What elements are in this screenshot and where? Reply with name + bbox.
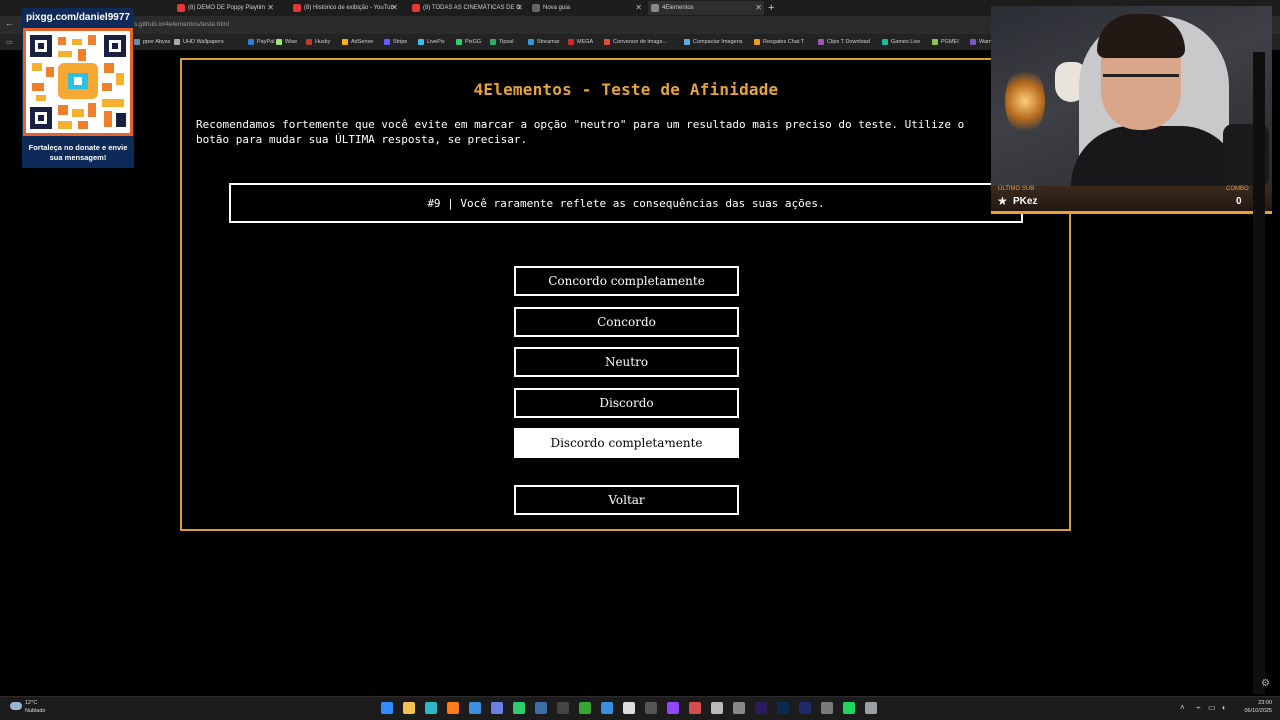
bookmark-item[interactable]: Wise bbox=[276, 34, 297, 50]
discord-icon[interactable] bbox=[491, 702, 503, 714]
question-box: #9 | Você raramente reflete as consequên… bbox=[229, 183, 1023, 223]
weather-temp[interactable]: 12°C bbox=[25, 700, 37, 706]
github-icon[interactable] bbox=[711, 702, 723, 714]
bookmark-item[interactable]: Husky bbox=[306, 34, 330, 50]
whatsapp-icon[interactable] bbox=[513, 702, 525, 714]
windows-start-icon[interactable] bbox=[381, 702, 393, 714]
lamp bbox=[1005, 66, 1045, 136]
tab-4elementos[interactable]: 4Elementos ✕ bbox=[648, 1, 764, 15]
close-tab-icon[interactable]: ✕ bbox=[635, 1, 642, 15]
webcam-feed bbox=[991, 6, 1272, 186]
tab-history[interactable]: (8) Histórico de exibição - YouTub ✕ bbox=[290, 1, 400, 15]
last-sub-label: ÚLTIMO SUB bbox=[998, 186, 1035, 192]
back-button[interactable]: Voltar bbox=[514, 485, 739, 515]
settings-icon[interactable] bbox=[865, 702, 877, 714]
option-concordo-completamente[interactable]: Concordo completamente bbox=[514, 266, 739, 296]
bookmark-item[interactable]: Tipsal bbox=[490, 34, 513, 50]
file-explorer-icon[interactable] bbox=[403, 702, 415, 714]
bookmark-item[interactable]: Conversor de image... bbox=[604, 34, 667, 50]
donation-message: Fortaleça no donate e envie sua mensagem… bbox=[28, 143, 128, 162]
option-neutro[interactable]: Neutro bbox=[514, 347, 739, 377]
tab-label: (8) DEMO DE Poppy Playtim bbox=[188, 5, 266, 11]
page-icon bbox=[651, 4, 659, 12]
close-tab-icon[interactable]: ✕ bbox=[755, 1, 762, 15]
combo-label: COMBO bbox=[1226, 186, 1249, 192]
network-icon[interactable]: ▭ bbox=[1208, 703, 1216, 712]
tab-label: 4Elementos bbox=[662, 5, 694, 11]
bookmark-item[interactable]: MEGA bbox=[568, 34, 593, 50]
weather-desc[interactable]: Nublado bbox=[25, 708, 46, 714]
bookmark-item[interactable]: pper Abyss bbox=[134, 34, 170, 50]
media-encoder-icon[interactable] bbox=[799, 702, 811, 714]
terminal-icon[interactable] bbox=[733, 702, 745, 714]
bookmark-item[interactable]: Clips T Download bbox=[818, 34, 870, 50]
bookmark-item[interactable]: Resgates Chat T bbox=[754, 34, 804, 50]
tab-label: (8) TODAS AS CINEMÁTICAS DE C bbox=[423, 5, 521, 11]
spotify-icon[interactable] bbox=[843, 702, 855, 714]
close-tab-icon[interactable]: ✕ bbox=[267, 1, 274, 15]
bookmark-item[interactable]: PayPal bbox=[248, 34, 274, 50]
tab-label: (8) Histórico de exibição - YouTub bbox=[304, 5, 394, 11]
volume-icon[interactable]: ◖ bbox=[1221, 703, 1226, 712]
bookmark-item[interactable]: LivePix bbox=[418, 34, 445, 50]
close-tab-icon[interactable]: ✕ bbox=[391, 1, 398, 15]
edge-icon[interactable] bbox=[425, 702, 437, 714]
gear-icon[interactable]: ⚙ bbox=[1261, 678, 1270, 689]
steam-icon[interactable] bbox=[535, 702, 547, 714]
tab-label: Nova guia bbox=[543, 5, 571, 11]
new-tab-button[interactable]: + bbox=[768, 0, 774, 16]
chevron-up-icon[interactable]: ˄ bbox=[1180, 703, 1185, 712]
photos-icon[interactable] bbox=[689, 702, 701, 714]
glasses bbox=[1103, 74, 1179, 97]
url-field[interactable]: s.github.io/4elementos/teste.html bbox=[134, 18, 229, 32]
bookmark-item[interactable]: Compactar Imagens bbox=[684, 34, 743, 50]
new-tab-icon bbox=[532, 4, 540, 12]
scrollbar[interactable] bbox=[1253, 52, 1265, 694]
twitch-icon[interactable] bbox=[667, 702, 679, 714]
clock-time[interactable]: 23:00 bbox=[1236, 700, 1272, 706]
epic-icon[interactable] bbox=[557, 702, 569, 714]
bookmark-item[interactable]: Streamar bbox=[528, 34, 560, 50]
tab-poppy-demo[interactable]: (8) DEMO DE Poppy Playtim ✕ bbox=[174, 1, 276, 15]
bookmark-item[interactable]: Games Live bbox=[882, 34, 920, 50]
youtube-icon bbox=[412, 4, 420, 12]
youtube-icon bbox=[293, 4, 301, 12]
taskbar bbox=[0, 696, 1280, 720]
mail-icon[interactable] bbox=[601, 702, 613, 714]
option-discordo-completamente[interactable]: Discordo completamente bbox=[514, 428, 739, 458]
tab-cinematics[interactable]: (8) TODAS AS CINEMÁTICAS DE C ✕ bbox=[409, 1, 525, 15]
last-sub-name: PKez bbox=[1013, 196, 1038, 207]
tab-new[interactable]: Nova guia ✕ bbox=[529, 1, 644, 15]
youtube-icon bbox=[177, 4, 185, 12]
combo-value: 0 bbox=[1236, 196, 1242, 207]
obs-icon[interactable] bbox=[645, 702, 657, 714]
cloud-icon[interactable] bbox=[10, 702, 22, 710]
firefox-icon[interactable] bbox=[447, 702, 459, 714]
premiere-icon[interactable] bbox=[755, 702, 767, 714]
bookmark-item[interactable]: Warn bbox=[970, 34, 992, 50]
bookmarks-icon[interactable]: ▭ bbox=[6, 38, 13, 46]
photoshop-icon[interactable] bbox=[777, 702, 789, 714]
bookmark-item[interactable]: AdSense bbox=[342, 34, 373, 50]
close-tab-icon[interactable]: ✕ bbox=[516, 1, 523, 15]
usb-icon[interactable]: ⌁ bbox=[1196, 703, 1201, 712]
option-concordo[interactable]: Concordo bbox=[514, 307, 739, 337]
chrome-icon[interactable] bbox=[623, 702, 635, 714]
star-icon: ★ bbox=[997, 194, 1008, 208]
back-arrow-icon[interactable]: ← bbox=[5, 18, 14, 28]
question-text: #9 | Você raramente reflete as consequên… bbox=[427, 196, 825, 210]
option-discordo[interactable]: Discordo bbox=[514, 388, 739, 418]
xbox-icon[interactable] bbox=[579, 702, 591, 714]
bookmark-item[interactable]: Stripe bbox=[384, 34, 407, 50]
qr-code-icon bbox=[30, 35, 126, 129]
store-icon[interactable] bbox=[469, 702, 481, 714]
bookmark-item[interactable]: PixGG bbox=[456, 34, 481, 50]
clock-date[interactable]: 06/10/2025 bbox=[1236, 708, 1272, 714]
donation-url: pixgg.com/daniel9977 bbox=[26, 12, 130, 23]
calculator-icon[interactable] bbox=[821, 702, 833, 714]
bookmark-item[interactable]: PGMEI bbox=[932, 34, 959, 50]
intro-text: Recomendamos fortemente que você evite e… bbox=[196, 118, 965, 146]
bookmark-item[interactable]: UHD Wallpapers bbox=[174, 34, 224, 50]
